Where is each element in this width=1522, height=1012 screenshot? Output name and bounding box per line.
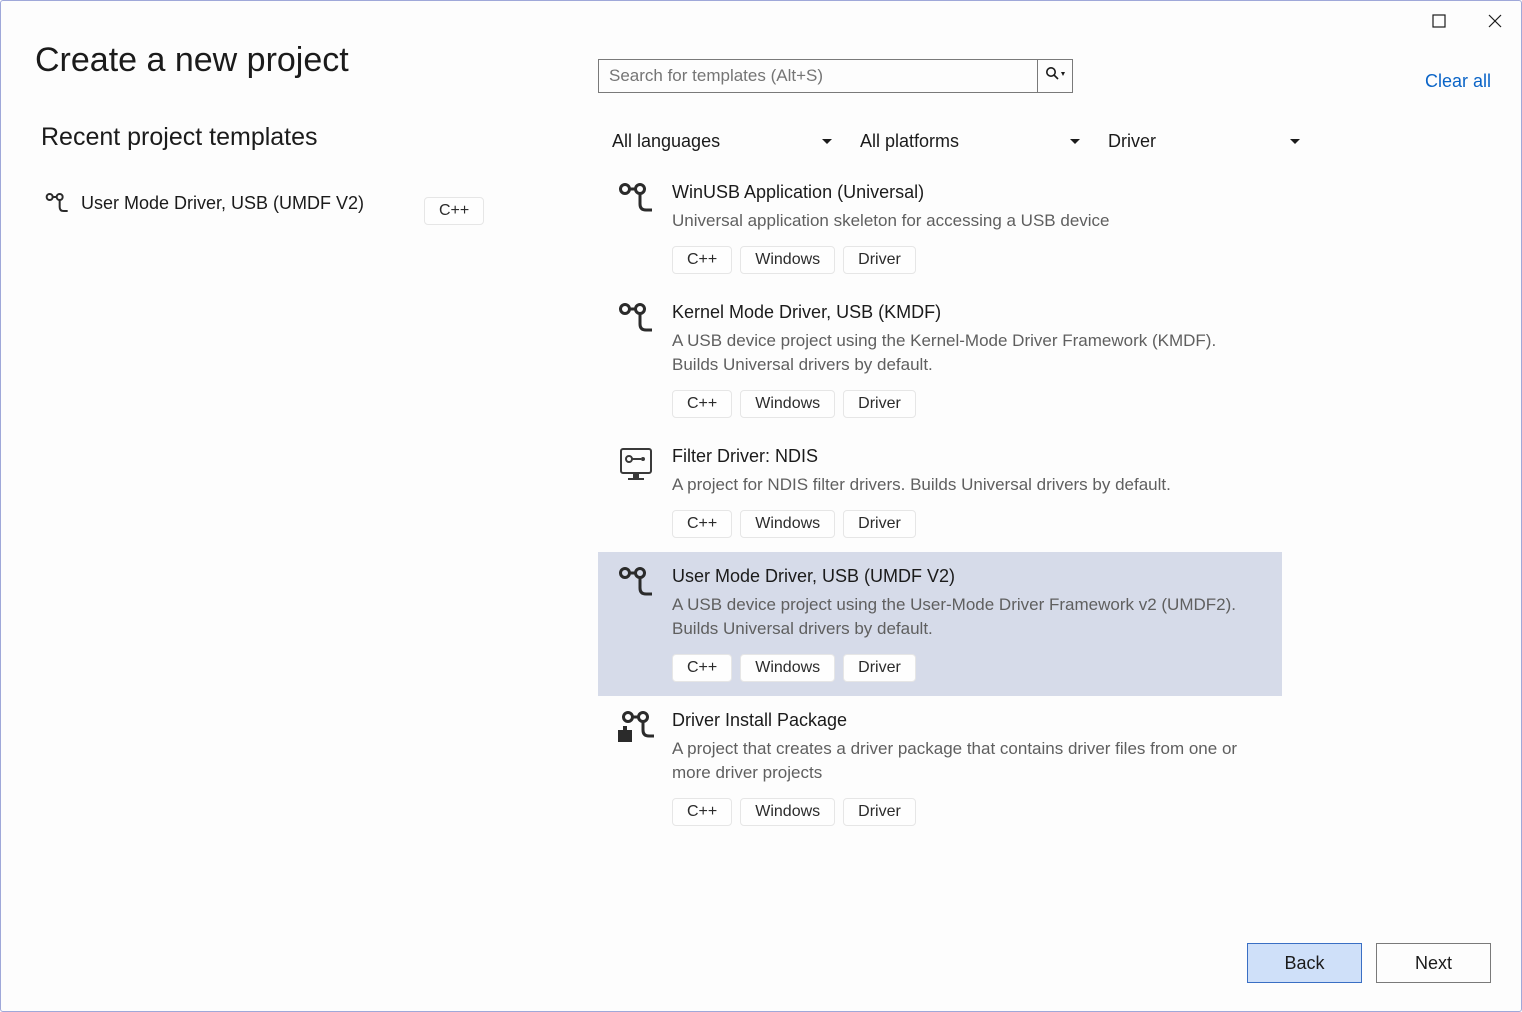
search-container <box>598 59 1073 93</box>
driver-icon <box>45 191 69 215</box>
template-tag: Driver <box>843 798 916 826</box>
template-tag: Driver <box>843 654 916 682</box>
footer-buttons: Back Next <box>1247 943 1491 983</box>
recent-templates-heading: Recent project templates <box>41 123 318 152</box>
recent-template-item[interactable]: User Mode Driver, USB (UMDF V2) <box>45 191 364 215</box>
package-icon <box>618 710 654 746</box>
template-tags: C++ Windows Driver <box>672 798 1266 826</box>
template-description: Universal application skeleton for acces… <box>672 209 1266 234</box>
chevron-down-icon <box>1070 139 1080 144</box>
template-tag: C++ <box>672 246 732 274</box>
template-tag: Windows <box>740 390 835 418</box>
filter-row: All languages All platforms Driver <box>598 119 1314 163</box>
template-description: A project for NDIS filter drivers. Build… <box>672 473 1266 498</box>
template-description: A project that creates a driver package … <box>672 737 1266 786</box>
template-body: WinUSB Application (Universal) Universal … <box>672 182 1266 274</box>
template-item[interactable]: Driver Install Package A project that cre… <box>598 696 1282 840</box>
template-item[interactable]: WinUSB Application (Universal) Universal … <box>598 168 1282 288</box>
template-title: User Mode Driver, USB (UMDF V2) <box>672 566 1266 587</box>
maximize-button[interactable] <box>1425 9 1453 33</box>
template-title: WinUSB Application (Universal) <box>672 182 1266 203</box>
driver-icon <box>618 182 654 218</box>
chevron-down-icon <box>1290 139 1300 144</box>
template-title: Driver Install Package <box>672 710 1266 731</box>
template-description: A USB device project using the User-Mode… <box>672 593 1266 642</box>
template-body: User Mode Driver, USB (UMDF V2) A USB dev… <box>672 566 1266 682</box>
template-tag: Windows <box>740 798 835 826</box>
template-item[interactable]: User Mode Driver, USB (UMDF V2) A USB dev… <box>598 552 1282 696</box>
template-tag: C++ <box>672 798 732 826</box>
search-icon <box>1045 66 1065 87</box>
template-body: Filter Driver: NDIS A project for NDIS fi… <box>672 446 1266 538</box>
template-tag: Windows <box>740 510 835 538</box>
filter-project-type-value: Driver <box>1108 131 1156 152</box>
template-tag: C++ <box>672 390 732 418</box>
template-tags: C++ Windows Driver <box>672 654 1266 682</box>
driver-icon <box>618 566 654 602</box>
template-tag: Driver <box>843 390 916 418</box>
template-body: Driver Install Package A project that cre… <box>672 710 1266 826</box>
ndis-icon <box>618 446 654 482</box>
template-title: Kernel Mode Driver, USB (KMDF) <box>672 302 1266 323</box>
template-description: A USB device project using the Kernel-Mo… <box>672 329 1266 378</box>
template-item[interactable]: Kernel Mode Driver, USB (KMDF) A USB devi… <box>598 288 1282 432</box>
back-button[interactable]: Back <box>1247 943 1362 983</box>
template-tags: C++ Windows Driver <box>672 390 1266 418</box>
window-controls <box>1425 9 1509 33</box>
driver-icon <box>618 302 654 338</box>
filter-language-dropdown[interactable]: All languages <box>598 119 846 163</box>
filter-platform-dropdown[interactable]: All platforms <box>846 119 1094 163</box>
chevron-down-icon <box>822 139 832 144</box>
next-button[interactable]: Next <box>1376 943 1491 983</box>
template-title: Filter Driver: NDIS <box>672 446 1266 467</box>
template-body: Kernel Mode Driver, USB (KMDF) A USB devi… <box>672 302 1266 418</box>
template-tag: Driver <box>843 510 916 538</box>
close-button[interactable] <box>1481 9 1509 33</box>
recent-template-name: User Mode Driver, USB (UMDF V2) <box>81 193 364 214</box>
template-item[interactable]: Filter Driver: NDIS A project for NDIS fi… <box>598 432 1282 552</box>
search-input[interactable] <box>598 59 1038 93</box>
template-tags: C++ Windows Driver <box>672 246 1266 274</box>
template-tag: Windows <box>740 246 835 274</box>
filter-platform-value: All platforms <box>860 131 959 152</box>
filter-project-type-dropdown[interactable]: Driver <box>1094 119 1314 163</box>
template-tag: Driver <box>843 246 916 274</box>
template-tag: C++ <box>672 510 732 538</box>
filter-language-value: All languages <box>612 131 720 152</box>
clear-all-link[interactable]: Clear all <box>1425 71 1491 92</box>
template-list: WinUSB Application (Universal) Universal … <box>598 168 1282 840</box>
template-tag: C++ <box>672 654 732 682</box>
search-split-button[interactable] <box>1038 59 1073 93</box>
template-tags: C++ Windows Driver <box>672 510 1266 538</box>
page-title: Create a new project <box>35 41 349 80</box>
recent-template-tag: C++ <box>424 197 484 225</box>
template-tag: Windows <box>740 654 835 682</box>
